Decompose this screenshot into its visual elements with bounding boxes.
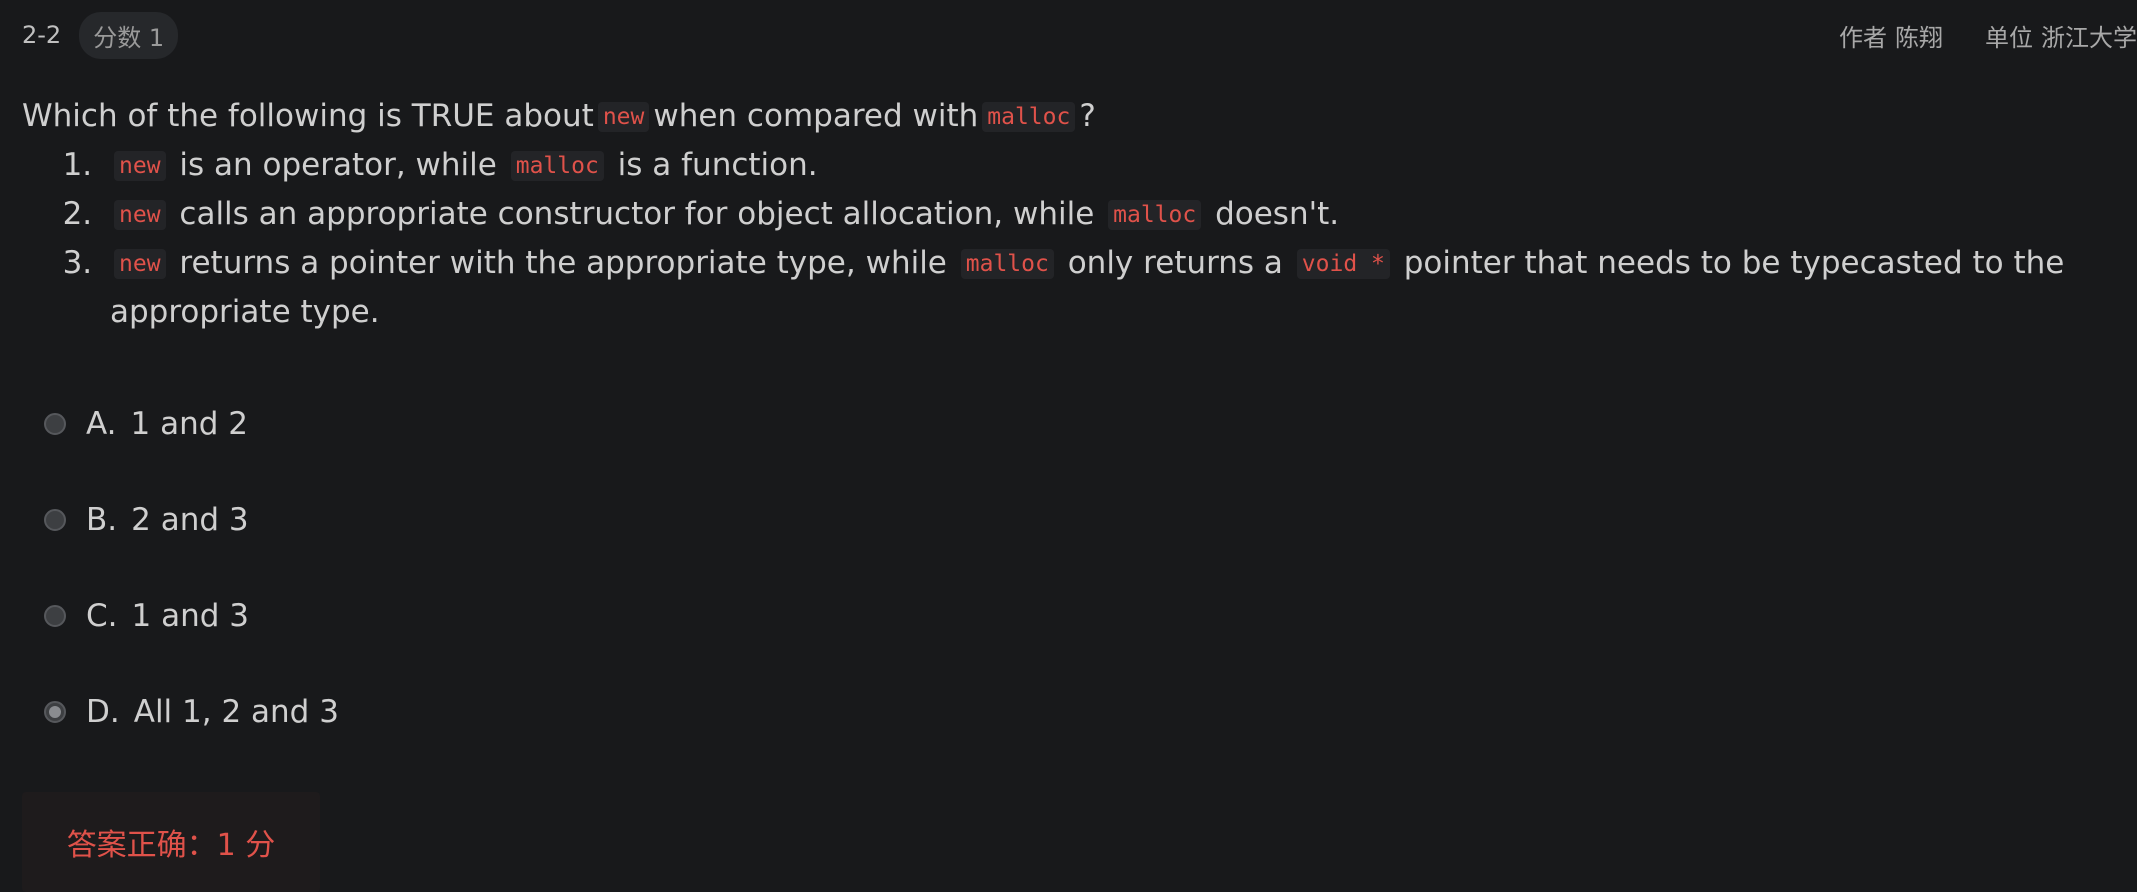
code-void-pointer: void * bbox=[1296, 249, 1390, 279]
statement-text: doesn't. bbox=[1215, 196, 1340, 232]
code-new: new bbox=[114, 200, 166, 230]
option-letter: D. bbox=[86, 694, 120, 730]
option-b[interactable]: B. 2 and 3 bbox=[44, 496, 1044, 544]
statement-text: only returns a bbox=[1067, 245, 1283, 281]
score-badge: 分数 1 bbox=[79, 11, 179, 59]
author-value: 陈翔 bbox=[1895, 23, 1943, 52]
radio-button-selected-icon[interactable] bbox=[44, 701, 66, 723]
author-label: 作者 bbox=[1839, 23, 1887, 52]
statement-text: is an operator, while bbox=[179, 147, 497, 183]
statement-list: new is an operator, while malloc is a fu… bbox=[22, 141, 2122, 336]
question-stem: Which of the following is TRUE about new w… bbox=[22, 92, 2122, 141]
unit-info: 单位 浙江大学 bbox=[1985, 18, 2137, 53]
question-page: 2-2 分数 1 作者 陈翔 单位 浙江大学 Which of the follow… bbox=[0, 0, 2137, 892]
option-d[interactable]: D. All 1, 2 and 3 bbox=[44, 688, 1044, 736]
option-text: All 1, 2 and 3 bbox=[133, 694, 339, 730]
question-meta: 作者 陈翔 单位 浙江大学 bbox=[1797, 14, 2137, 56]
radio-button-icon[interactable] bbox=[44, 509, 66, 531]
statement-item: new returns a pointer with the appropria… bbox=[102, 239, 2122, 336]
answer-options: A. 1 and 2 B. 2 and 3 C. 1 and 3 D. All … bbox=[44, 400, 1044, 784]
statement-text: is a function. bbox=[617, 147, 818, 183]
stem-text-middle: when compared with bbox=[653, 98, 979, 134]
code-malloc: malloc bbox=[982, 102, 1076, 132]
code-malloc: malloc bbox=[1108, 200, 1202, 230]
answer-result-banner: 答案正确：1 分 bbox=[22, 792, 320, 892]
statement-item: new calls an appropriate constructor for… bbox=[102, 190, 2122, 239]
radio-button-icon[interactable] bbox=[44, 605, 66, 627]
stem-text-suffix: ? bbox=[1079, 98, 1096, 134]
code-malloc: malloc bbox=[510, 151, 604, 181]
stem-text-prefix: Which of the following is TRUE about bbox=[22, 98, 594, 134]
question-number: 2-2 bbox=[22, 21, 62, 49]
option-letter: A. bbox=[86, 406, 117, 442]
unit-value: 浙江大学 bbox=[2041, 23, 2137, 52]
option-text: 2 and 3 bbox=[131, 502, 249, 538]
option-letter: B. bbox=[86, 502, 118, 538]
code-malloc: malloc bbox=[960, 249, 1054, 279]
option-text: 1 and 2 bbox=[130, 406, 248, 442]
radio-button-icon[interactable] bbox=[44, 413, 66, 435]
question-body: Which of the following is TRUE about new w… bbox=[22, 92, 2122, 336]
unit-label: 单位 bbox=[1985, 23, 2033, 52]
result-text: 答案正确：1 分 bbox=[66, 828, 276, 863]
code-new: new bbox=[114, 151, 166, 181]
author-info: 作者 陈翔 bbox=[1839, 18, 1943, 53]
option-a[interactable]: A. 1 and 2 bbox=[44, 400, 1044, 448]
question-header: 2-2 分数 1 作者 陈翔 单位 浙江大学 bbox=[22, 11, 2137, 59]
statement-text: calls an appropriate constructor for obj… bbox=[179, 196, 1095, 232]
option-letter: C. bbox=[86, 598, 118, 634]
code-new: new bbox=[114, 249, 166, 279]
option-text: 1 and 3 bbox=[131, 598, 249, 634]
statement-item: new is an operator, while malloc is a fu… bbox=[102, 141, 2122, 190]
statement-text: returns a pointer with the appropriate t… bbox=[179, 245, 947, 281]
code-new: new bbox=[597, 102, 650, 132]
option-c[interactable]: C. 1 and 3 bbox=[44, 592, 1044, 640]
